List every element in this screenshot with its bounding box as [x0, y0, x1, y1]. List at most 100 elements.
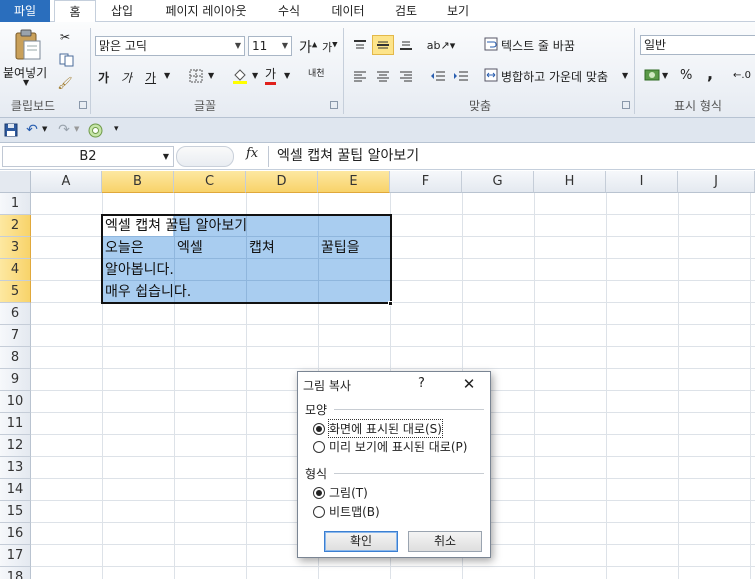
cell-b2[interactable]: 엑셀 캡쳐 꿀팁 알아보기	[105, 215, 247, 237]
clipboard-launcher-icon[interactable]	[79, 101, 87, 109]
chevron-down-icon[interactable]: ▼	[208, 71, 214, 80]
align-bottom-icon[interactable]	[396, 36, 416, 54]
grow-font-button[interactable]: 가▲	[299, 37, 317, 57]
italic-button[interactable]: 가	[121, 69, 132, 86]
radio-bitmap[interactable]: 비트맵(B)	[313, 503, 380, 520]
column-header-i[interactable]: I	[606, 171, 678, 193]
row-header-13[interactable]: 13	[0, 457, 31, 479]
wrap-text-button[interactable]: 텍스트 줄 바꿈	[501, 37, 575, 54]
cell-b5[interactable]: 매우 쉽습니다.	[105, 281, 191, 303]
row-header-15[interactable]: 15	[0, 501, 31, 523]
percent-button[interactable]: %	[680, 68, 692, 83]
orientation-icon[interactable]: ab↗▾	[427, 36, 455, 54]
column-header-h[interactable]: H	[534, 171, 606, 193]
row-header-4[interactable]: 4	[0, 259, 31, 281]
radio-as-printed[interactable]: 미리 보기에 표시된 대로(P)	[313, 438, 467, 455]
alignment-launcher-icon[interactable]	[622, 101, 630, 109]
fill-color-icon[interactable]	[230, 66, 250, 86]
row-header-6[interactable]: 6	[0, 303, 31, 325]
radio-picture[interactable]: 그림(T)	[313, 484, 368, 501]
align-left-icon[interactable]	[350, 67, 370, 85]
row-header-10[interactable]: 10	[0, 391, 31, 413]
chevron-down-icon[interactable]: ▼	[42, 125, 47, 133]
save-icon[interactable]	[3, 122, 19, 138]
formula-bar-resize-handle[interactable]	[176, 146, 234, 167]
column-header-a[interactable]: A	[31, 171, 102, 193]
row-header-7[interactable]: 7	[0, 325, 31, 347]
tab-page-layout[interactable]: 페이지 레이아웃	[150, 0, 262, 22]
cell-b4[interactable]: 알아봅니다.	[105, 259, 174, 281]
row-header-3[interactable]: 3	[0, 237, 31, 259]
row-header-12[interactable]: 12	[0, 435, 31, 457]
camera-icon[interactable]	[87, 122, 103, 138]
column-header-f[interactable]: F	[390, 171, 462, 193]
bold-button[interactable]: 가	[98, 69, 109, 86]
ok-button[interactable]: 확인	[324, 531, 398, 552]
font-color-button[interactable]: 가	[265, 67, 277, 85]
fill-handle[interactable]	[388, 301, 393, 306]
chevron-down-icon[interactable]: ▼	[622, 71, 628, 80]
row-header-5[interactable]: 5	[0, 281, 31, 303]
chevron-down-icon[interactable]: ▼	[164, 71, 170, 80]
cell-e3[interactable]: 꿀팁을	[321, 237, 360, 259]
font-size-combo[interactable]: 11 ▼	[248, 36, 292, 56]
tab-formulas[interactable]: 수식	[266, 0, 312, 22]
wrap-text-icon[interactable]	[483, 36, 499, 52]
column-header-g[interactable]: G	[462, 171, 534, 193]
phonetic-button[interactable]: 내천	[308, 66, 325, 79]
tab-file[interactable]: 파일	[0, 0, 50, 22]
customize-qat-icon[interactable]: ▾	[114, 124, 119, 134]
comma-button[interactable]: ,	[707, 64, 713, 83]
cell-c3[interactable]: 엑셀	[177, 237, 203, 259]
tab-data[interactable]: 데이터	[320, 0, 376, 22]
align-right-icon[interactable]	[396, 67, 416, 85]
cell-b3[interactable]: 오늘은	[105, 237, 144, 259]
number-format-combo[interactable]: 일반	[640, 35, 755, 55]
align-top-icon[interactable]	[350, 36, 370, 54]
row-header-17[interactable]: 17	[0, 545, 31, 567]
cancel-button[interactable]: 취소	[408, 531, 482, 552]
decrease-indent-icon[interactable]	[428, 67, 448, 85]
column-header-d[interactable]: D	[246, 171, 318, 193]
cell-d3[interactable]: 캡쳐	[249, 237, 275, 259]
shrink-font-button[interactable]: 가▼	[322, 39, 338, 55]
redo-icon[interactable]: ↷	[56, 122, 72, 138]
tab-view[interactable]: 보기	[436, 0, 480, 22]
copy-icon[interactable]	[56, 51, 78, 69]
increase-decimal-icon[interactable]: ←.0	[731, 66, 753, 84]
paste-button[interactable]	[10, 28, 46, 62]
cut-icon[interactable]: ✂	[56, 28, 74, 46]
row-header-18[interactable]: 18	[0, 567, 31, 579]
font-launcher-icon[interactable]	[330, 101, 338, 109]
paste-dropdown-icon[interactable]: ▼	[23, 78, 29, 87]
column-header-b[interactable]: B	[102, 171, 174, 193]
select-all-corner[interactable]	[0, 171, 31, 193]
merge-center-button[interactable]: 병합하고 가운데 맞춤	[501, 68, 608, 85]
help-icon[interactable]: ?	[418, 376, 425, 391]
undo-icon[interactable]: ↶	[24, 122, 40, 138]
align-center-icon[interactable]	[373, 67, 393, 85]
tab-insert[interactable]: 삽입	[100, 0, 144, 22]
tab-home[interactable]: 홈	[54, 0, 96, 23]
row-header-8[interactable]: 8	[0, 347, 31, 369]
chevron-down-icon[interactable]: ▼	[662, 71, 668, 80]
row-header-9[interactable]: 9	[0, 369, 31, 391]
tab-review[interactable]: 검토	[382, 0, 430, 22]
underline-button[interactable]: 가	[145, 69, 156, 86]
row-header-1[interactable]: 1	[0, 193, 31, 215]
insert-function-button[interactable]: fx	[246, 146, 258, 161]
increase-indent-icon[interactable]	[451, 67, 471, 85]
font-name-combo[interactable]: 맑은 고딕 ▼	[95, 36, 245, 56]
border-icon[interactable]	[187, 68, 205, 84]
column-header-c[interactable]: C	[174, 171, 246, 193]
currency-icon[interactable]	[643, 66, 661, 84]
name-box[interactable]: B2 ▼	[2, 146, 174, 167]
radio-as-shown[interactable]: 화면에 표시된 대로(S)	[313, 419, 443, 438]
chevron-down-icon[interactable]: ▼	[74, 125, 79, 133]
column-header-e[interactable]: E	[318, 171, 390, 193]
formula-input[interactable]: 엑셀 캡쳐 꿀팁 알아보기	[268, 146, 755, 167]
column-header-j[interactable]: J	[678, 171, 755, 193]
format-painter-icon[interactable]: 🖌	[56, 74, 74, 92]
row-header-14[interactable]: 14	[0, 479, 31, 501]
chevron-down-icon[interactable]: ▼	[284, 71, 290, 80]
